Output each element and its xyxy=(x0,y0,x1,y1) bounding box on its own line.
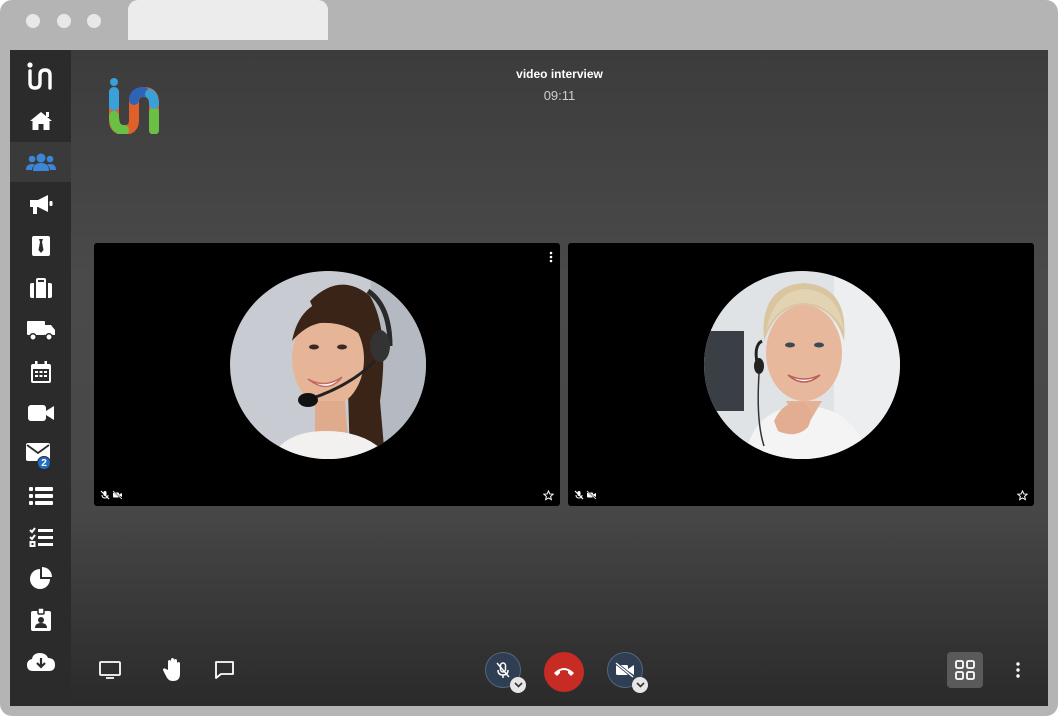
company-logo xyxy=(106,76,168,139)
tile-status xyxy=(574,490,597,500)
sidebar: 2 xyxy=(10,50,71,706)
camera-off-icon xyxy=(112,490,123,500)
browser-toolbar xyxy=(0,40,1058,50)
browser-tab[interactable] xyxy=(128,0,328,40)
cloud-download-icon[interactable] xyxy=(10,642,71,682)
mic-toggle-button[interactable] xyxy=(485,652,526,693)
participant-avatar xyxy=(704,271,900,459)
phone-hangup-icon xyxy=(554,668,574,676)
mic-muted-icon xyxy=(574,490,584,500)
checklist-icon[interactable] xyxy=(10,517,71,557)
tie-icon[interactable] xyxy=(10,226,71,266)
brand-logo-icon[interactable] xyxy=(10,56,71,96)
meeting-stage: video interview 09:11 xyxy=(71,50,1048,706)
mic-options-chevron-icon[interactable] xyxy=(510,677,526,693)
camera-toggle-button[interactable] xyxy=(607,652,648,693)
camera-off-icon xyxy=(586,490,597,500)
video-icon[interactable] xyxy=(10,393,71,433)
meeting-timer: 09:11 xyxy=(543,88,576,103)
megaphone-icon[interactable] xyxy=(10,184,71,224)
raise-hand-button[interactable] xyxy=(160,656,186,684)
star-icon[interactable] xyxy=(543,490,554,501)
grid-view-button[interactable] xyxy=(947,652,983,688)
more-options-icon xyxy=(1016,662,1020,678)
mail-badge: 2 xyxy=(37,456,51,470)
chat-button[interactable] xyxy=(212,658,236,682)
app: 2 video interview 09:11 xyxy=(10,50,1048,706)
camera-options-chevron-icon[interactable] xyxy=(632,677,648,693)
grid-view-icon xyxy=(955,660,975,680)
raise-hand-icon xyxy=(163,658,180,681)
window-close-dot[interactable] xyxy=(26,14,40,28)
list-icon[interactable] xyxy=(10,476,71,516)
briefcase-icon[interactable] xyxy=(10,268,71,308)
chat-icon xyxy=(214,661,234,679)
mic-off-icon xyxy=(496,662,510,678)
pie-chart-icon[interactable] xyxy=(10,558,71,598)
participant-avatar xyxy=(230,271,426,459)
calendar-icon[interactable] xyxy=(10,352,71,392)
participant-tile[interactable] xyxy=(568,243,1034,506)
tile-status xyxy=(100,490,123,500)
truck-icon[interactable] xyxy=(10,310,71,350)
camera-off-icon xyxy=(615,662,634,678)
meeting-title: video interview xyxy=(516,67,603,81)
mail-icon[interactable]: 2 xyxy=(10,435,71,475)
users-icon[interactable] xyxy=(10,142,71,182)
browser-window: 2 video interview 09:11 xyxy=(0,0,1058,716)
mic-muted-icon xyxy=(100,490,110,500)
participant-tile[interactable] xyxy=(94,243,560,506)
window-minimize-dot[interactable] xyxy=(57,14,71,28)
star-icon[interactable] xyxy=(1017,490,1028,501)
tile-options-icon[interactable] xyxy=(549,251,553,263)
screen-share-icon xyxy=(99,661,121,679)
screen-share-button[interactable] xyxy=(98,659,122,681)
home-icon[interactable] xyxy=(10,101,71,141)
hang-up-button[interactable] xyxy=(544,652,584,692)
id-badge-icon[interactable] xyxy=(10,600,71,640)
window-maximize-dot[interactable] xyxy=(87,14,101,28)
more-options-button[interactable] xyxy=(1012,658,1024,682)
